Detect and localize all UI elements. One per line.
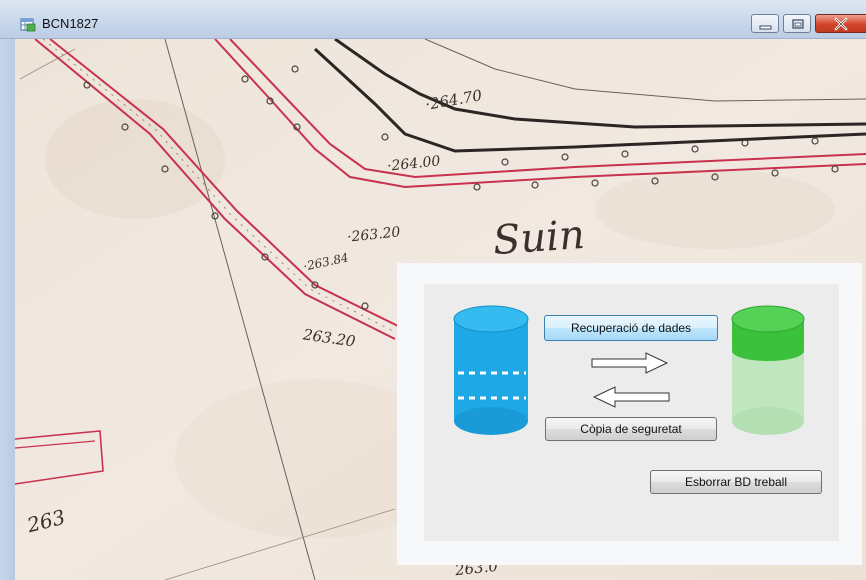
map-annotation: Suin <box>491 211 587 265</box>
recover-data-button[interactable]: Recuperació de dades <box>544 315 718 341</box>
minimize-icon <box>759 25 772 30</box>
app-table-icon <box>20 16 36 32</box>
maximize-icon <box>792 19 804 29</box>
close-icon <box>834 17 848 31</box>
minimize-button[interactable] <box>751 14 779 33</box>
database-green-icon <box>731 305 805 435</box>
arrow-right-icon <box>591 352 669 374</box>
backup-button[interactable]: Còpia de seguretat <box>545 417 717 441</box>
database-blue-icon <box>453 305 529 435</box>
arrow-left-icon <box>592 386 670 408</box>
window-frame-left <box>0 39 16 580</box>
window-title: BCN1827 <box>42 16 99 31</box>
maximize-button[interactable] <box>783 14 811 33</box>
app-window: BCN1827 ·264.70 ·264.00 ·263.20 ·263.84 … <box>0 0 866 580</box>
close-button[interactable] <box>815 14 866 33</box>
erase-work-db-button[interactable]: Esborrar BD treball <box>650 470 822 494</box>
title-bar[interactable]: BCN1827 <box>0 0 866 39</box>
